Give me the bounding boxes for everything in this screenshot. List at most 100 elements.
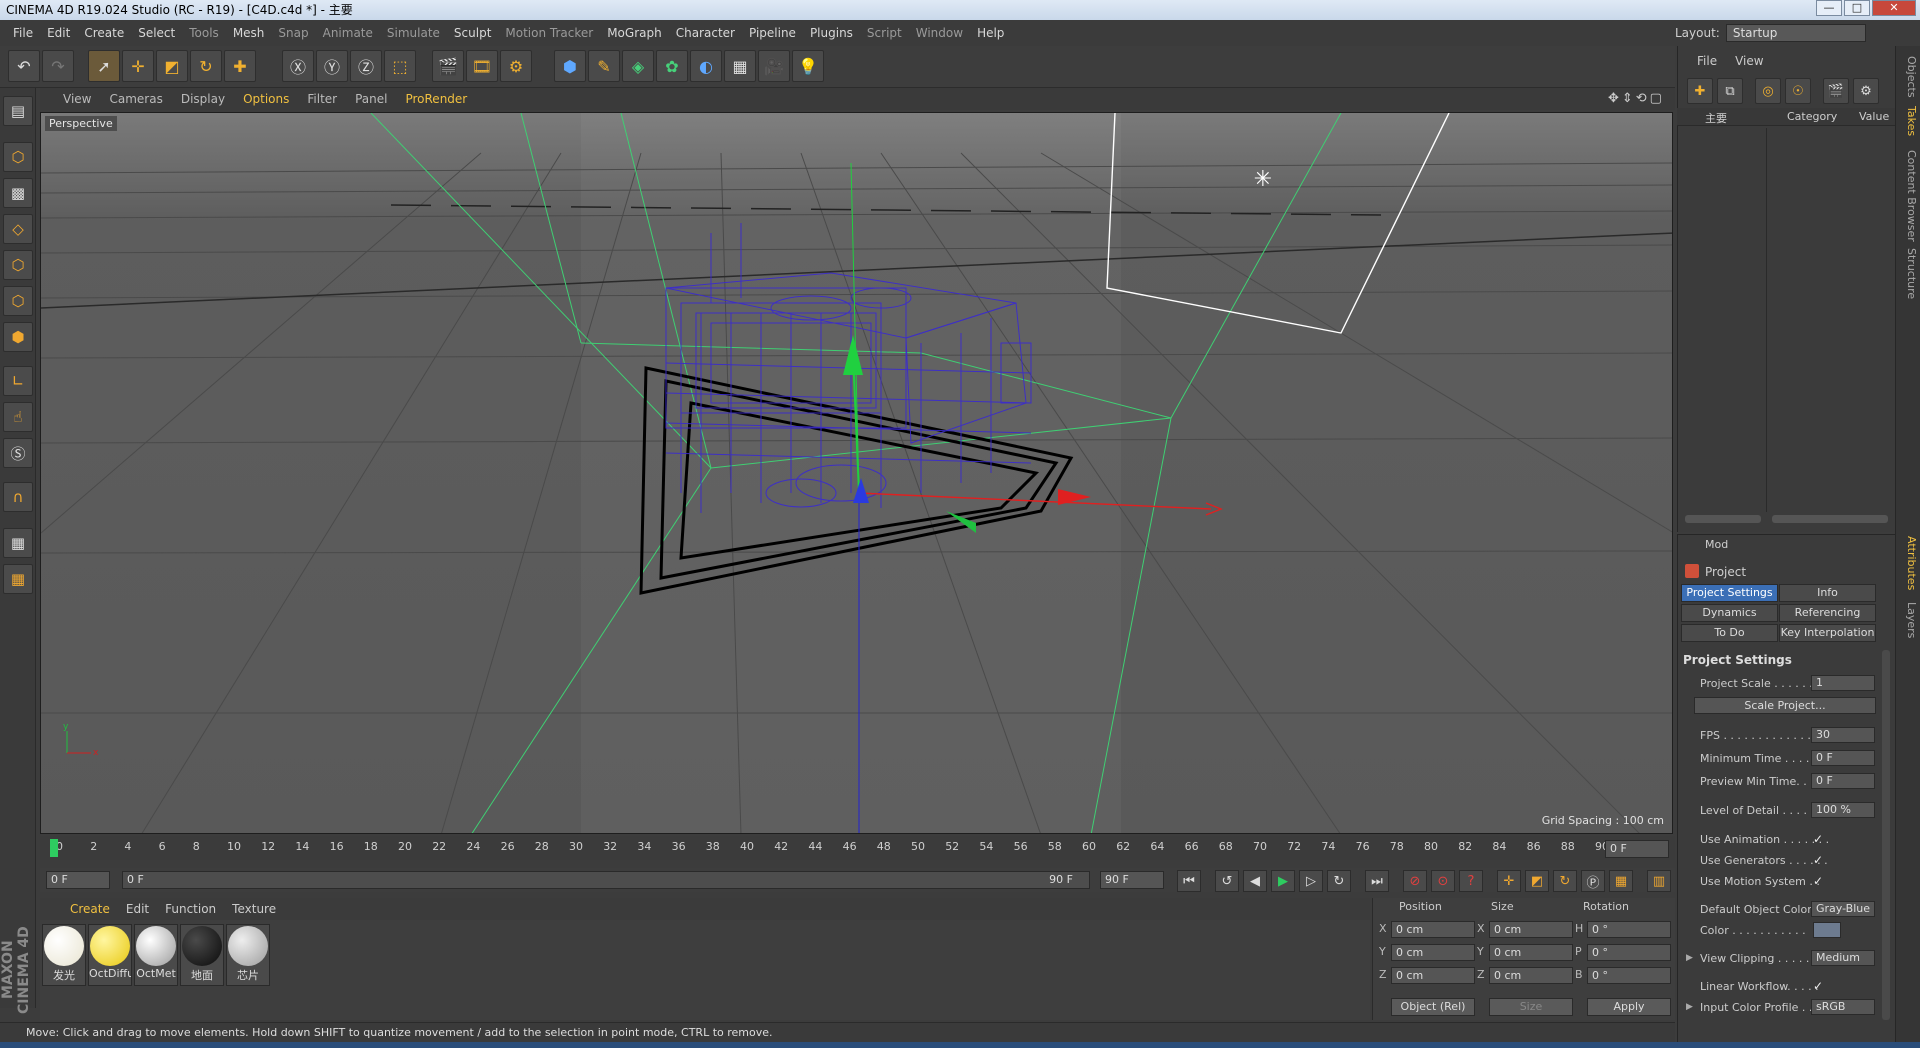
recent-tool-icon[interactable]: ✚ xyxy=(224,50,256,82)
attributes-scrollbar[interactable] xyxy=(1882,650,1890,1020)
tab-content-browser[interactable]: Content Browser xyxy=(1898,150,1918,242)
view-clipping-dropdown[interactable]: Medium xyxy=(1811,950,1875,966)
menu-create[interactable]: Create xyxy=(77,26,131,40)
viewport-menu-cameras[interactable]: Cameras xyxy=(100,92,171,106)
input-color-profile-dropdown[interactable]: sRGB xyxy=(1811,999,1875,1015)
record-rotation-icon[interactable]: ↻ xyxy=(1553,870,1577,892)
record-point-level-icon[interactable]: ▦ xyxy=(1609,870,1633,892)
menu-mesh[interactable]: Mesh xyxy=(226,26,272,40)
layout-dropdown[interactable]: Startup xyxy=(1725,24,1866,42)
horizontal-scrollbar[interactable] xyxy=(1685,515,1761,523)
scale-tool-icon[interactable]: ◩ xyxy=(156,50,188,82)
tab-layers[interactable]: Layers xyxy=(1898,602,1918,638)
material-swatch[interactable]: OctDiffu xyxy=(88,924,132,986)
redo-icon[interactable]: ↷ xyxy=(42,50,74,82)
material-menu-texture[interactable]: Texture xyxy=(224,902,284,916)
undo-icon[interactable]: ↶ xyxy=(8,50,40,82)
viewport-menu-display[interactable]: Display xyxy=(172,92,234,106)
menu-mograph[interactable]: Character xyxy=(669,26,742,40)
perspective-viewport[interactable]: ✳ y x Perspective Grid Spacing: 100 cm xyxy=(40,112,1673,834)
tab-project-settings[interactable]: Project Settings xyxy=(1681,584,1778,602)
material-swatch[interactable]: 地面 xyxy=(180,924,224,986)
use-motion-system-checkbox[interactable]: ✓ xyxy=(1813,874,1827,888)
menu-simulate[interactable]: Simulate xyxy=(380,26,447,40)
enable-axis-icon[interactable]: ∟ xyxy=(3,366,33,396)
timeline-window-icon[interactable]: ▥ xyxy=(1647,870,1671,892)
menu-motion-tracker[interactable]: MoGraph xyxy=(600,26,669,40)
material-swatch[interactable]: OctMet xyxy=(134,924,178,986)
material-menu-function[interactable]: Function xyxy=(157,902,224,916)
size-z-field[interactable]: 0 cm xyxy=(1489,967,1573,984)
position-z-field[interactable]: 0 cm xyxy=(1391,967,1475,984)
previous-frame-icon[interactable]: ◀ xyxy=(1243,870,1267,892)
rotation-b-field[interactable]: 0 ° xyxy=(1587,967,1671,984)
maximize-button[interactable]: □ xyxy=(1844,0,1870,16)
coordinate-mode-dropdown[interactable]: Object (Rel) xyxy=(1391,998,1475,1016)
x-axis-lock-icon[interactable]: Ⓧ xyxy=(282,50,314,82)
spline-pen-icon[interactable]: ✎ xyxy=(588,50,620,82)
record-active-objects-icon[interactable]: ⊘ xyxy=(1403,870,1427,892)
tab-dynamics[interactable]: Dynamics xyxy=(1681,604,1778,622)
camera-icon[interactable]: 🎥 xyxy=(758,50,790,82)
size-mode-dropdown[interactable]: Size xyxy=(1489,998,1573,1016)
render-picture-viewer-icon[interactable]: 🎞 xyxy=(466,50,498,82)
horizontal-scrollbar[interactable] xyxy=(1772,515,1888,523)
tab-referencing[interactable]: Referencing xyxy=(1779,604,1876,622)
model-mode-icon[interactable]: ⬡ xyxy=(3,142,33,172)
floor-icon[interactable]: ▦ xyxy=(724,50,756,82)
linear-workflow-checkbox[interactable]: ✓ xyxy=(1813,979,1827,993)
next-key-icon[interactable]: ↻ xyxy=(1327,870,1351,892)
rotation-p-field[interactable]: 0 ° xyxy=(1587,944,1671,961)
start-frame-field[interactable]: 0 F xyxy=(46,871,110,889)
menu-window[interactable]: Help xyxy=(970,26,1011,40)
render-take-icon[interactable]: 🎬 xyxy=(1823,78,1849,104)
tab-to-do[interactable]: To Do xyxy=(1681,624,1778,642)
fps-field[interactable]: 30 xyxy=(1811,727,1875,743)
menu-render[interactable]: Sculpt xyxy=(447,26,498,40)
objects-menu-view[interactable]: View xyxy=(1735,54,1763,68)
material-swatch[interactable]: 芯片 xyxy=(226,924,270,986)
menu-plugins[interactable]: Script xyxy=(860,26,909,40)
cube-object-icon[interactable]: ⬢ xyxy=(554,50,586,82)
viewport-menu-view[interactable]: View xyxy=(54,92,100,106)
tab-objects[interactable]: Objects xyxy=(1898,56,1918,98)
tab-structure[interactable]: Structure xyxy=(1898,248,1918,299)
viewport-menu-prorender[interactable]: ProRender xyxy=(396,92,476,106)
current-frame-field[interactable]: 0 F xyxy=(1605,840,1669,858)
tab-info[interactable]: Info xyxy=(1779,584,1876,602)
y-axis-lock-icon[interactable]: Ⓨ xyxy=(316,50,348,82)
take-add-icon[interactable]: ✚ xyxy=(1687,78,1713,104)
light-icon[interactable]: 💡 xyxy=(792,50,824,82)
menu-tools[interactable]: Tools xyxy=(182,26,226,40)
default-object-color-dropdown[interactable]: Gray-Blue xyxy=(1811,901,1875,917)
points-mode-icon[interactable]: ⬡ xyxy=(3,250,33,280)
menu-sculpt[interactable]: Motion Tracker xyxy=(498,26,600,40)
polygons-mode-icon[interactable]: ⬢ xyxy=(3,322,33,352)
size-y-field[interactable]: 0 cm xyxy=(1489,944,1573,961)
end-frame-field[interactable]: 90 F xyxy=(1100,871,1164,889)
workplane-mode-icon[interactable]: ◇ xyxy=(3,214,33,244)
move-tool-icon[interactable]: ✛ xyxy=(122,50,154,82)
menu-snap[interactable]: Snap xyxy=(271,26,315,40)
minimize-button[interactable]: — xyxy=(1816,0,1842,16)
z-axis-lock-icon[interactable]: Ⓩ xyxy=(350,50,382,82)
viewport-menu-filter[interactable]: Filter xyxy=(298,92,346,106)
coordinate-system-icon[interactable]: ⬚ xyxy=(384,50,416,82)
tab-key-interpolation[interactable]: Key Interpolation xyxy=(1779,624,1876,642)
preview-min-time-field[interactable]: 0 F xyxy=(1811,773,1875,789)
tab-takes[interactable]: Takes xyxy=(1898,106,1918,136)
material-swatch[interactable]: 发光 xyxy=(42,924,86,986)
menu-select[interactable]: Select xyxy=(131,26,182,40)
take-clone-icon[interactable]: ⧉ xyxy=(1717,78,1743,104)
timeline-playhead[interactable] xyxy=(50,839,58,857)
position-x-field[interactable]: 0 cm xyxy=(1391,921,1475,938)
snapping-icon[interactable]: ∩ xyxy=(3,482,33,512)
make-editable-icon[interactable]: ▤ xyxy=(3,96,33,126)
autokeying-icon[interactable]: ⊙ xyxy=(1431,870,1455,892)
material-menu-create[interactable]: Create xyxy=(62,902,118,916)
material-menu-edit[interactable]: Edit xyxy=(118,902,157,916)
cloner-icon[interactable]: ✿ xyxy=(656,50,688,82)
viewport-nav-icons[interactable]: ✥⇕⟲▢ xyxy=(1608,91,1665,106)
objects-menu-file[interactable]: File xyxy=(1697,54,1717,68)
render-settings-icon[interactable]: ⚙ xyxy=(500,50,532,82)
